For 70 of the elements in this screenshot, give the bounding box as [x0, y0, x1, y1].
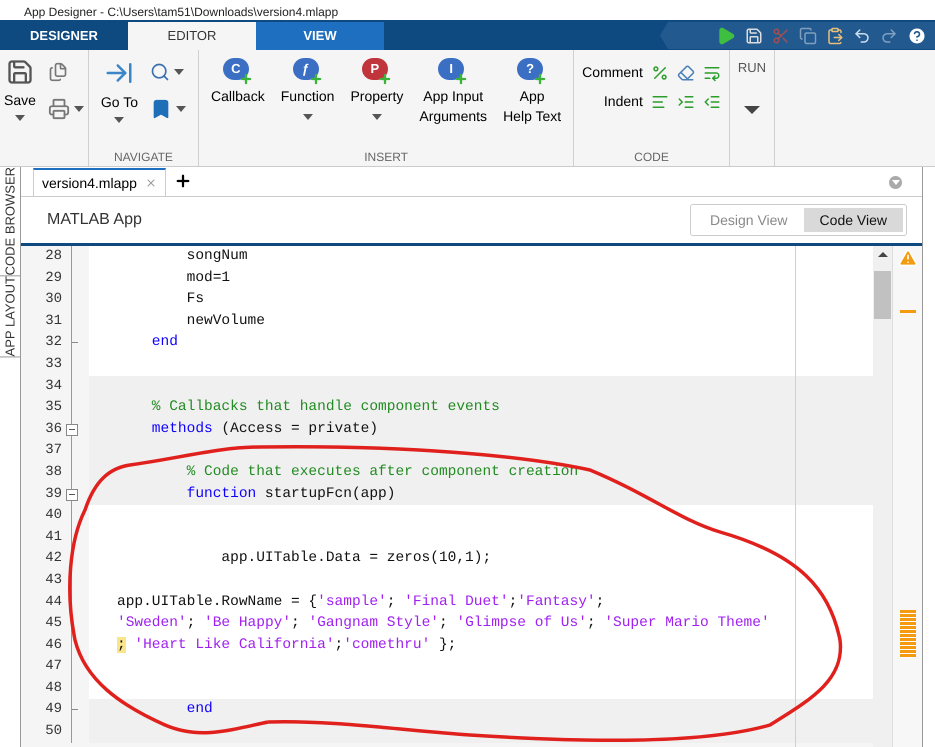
- line-number: 28: [44, 247, 63, 266]
- add-tab-icon[interactable]: [174, 172, 192, 190]
- compare-icon[interactable]: [48, 62, 68, 82]
- group-label: INSERT: [363, 151, 409, 166]
- line-number: 39: [44, 484, 63, 504]
- line-number: 40: [44, 506, 63, 526]
- group-label: NAVIGATE: [113, 151, 174, 166]
- line-number: 49: [44, 700, 63, 720]
- view-toggle-option[interactable]: Design View: [694, 208, 804, 232]
- insert-button[interactable]: P Property: [350, 50, 404, 126]
- line-number: 37: [44, 441, 63, 460]
- view-toggle-option[interactable]: Code View: [804, 208, 903, 232]
- go-to-button[interactable]: Go To: [100, 50, 138, 123]
- caret-icon: [174, 69, 184, 75]
- line-number: 30: [44, 290, 63, 310]
- collapse-icon[interactable]: [66, 488, 78, 501]
- undo-icon: [853, 26, 871, 44]
- save-icon: [745, 26, 763, 44]
- warning-marker-icon[interactable]: [900, 310, 916, 313]
- code-tool-icon[interactable]: [650, 64, 669, 82]
- print-icon[interactable]: [48, 98, 70, 120]
- window-title: App Designer - C:\Users\tam51\Downloads\version4.mlapp: [24, 4, 338, 20]
- line-number: 29: [44, 268, 63, 288]
- line-number: 34: [44, 376, 63, 396]
- caret-icon: [74, 106, 84, 112]
- document-tab[interactable]: version4.mlapp: [33, 168, 166, 196]
- code-tool-icon[interactable]: [676, 64, 695, 82]
- line-number: 31: [44, 312, 63, 331]
- line-number: 36: [44, 420, 63, 439]
- code-button[interactable]: Comment: [582, 62, 643, 83]
- redo-icon: [880, 26, 898, 44]
- scrollbar[interactable]: [873, 246, 893, 747]
- close-icon: [144, 177, 157, 189]
- line-number: 48: [44, 678, 63, 698]
- ribbon-tab[interactable]: VIEW: [256, 22, 384, 50]
- line-number: 38: [44, 462, 63, 482]
- insert-button[interactable]: I App Input Arguments: [419, 50, 488, 126]
- insert-button[interactable]: ƒ Function: [280, 50, 334, 126]
- help-icon: [907, 26, 927, 46]
- app-title: MATLAB App: [47, 210, 142, 230]
- side-tab[interactable]: CODE BROWSER: [0, 167, 20, 276]
- line-number: 33: [44, 354, 63, 374]
- ribbon-tab[interactable]: EDITOR: [128, 22, 256, 50]
- run-button[interactable]: RUN: [738, 50, 766, 114]
- caret-icon: [176, 106, 186, 112]
- save-icon: [6, 58, 34, 86]
- warning-markers-icon[interactable]: [900, 610, 916, 658]
- collapse-icon[interactable]: [66, 424, 78, 436]
- copy-icon: [799, 26, 817, 44]
- search-icon[interactable]: [150, 62, 170, 82]
- insert-button[interactable]: ? App Help Text: [503, 50, 562, 126]
- save-button[interactable]: Save: [4, 50, 36, 121]
- line-number: 50: [44, 722, 63, 742]
- group-label: CODE: [633, 151, 670, 166]
- dropdown-icon[interactable]: [889, 176, 902, 189]
- warning-icon[interactable]: [898, 248, 918, 268]
- line-number: 41: [44, 528, 63, 547]
- line-number: 32: [44, 333, 63, 352]
- cut-icon: [772, 26, 790, 44]
- line-number: 46: [44, 636, 63, 655]
- line-number: 43: [44, 570, 63, 590]
- line-number: 42: [44, 549, 63, 568]
- code-button[interactable]: Indent: [604, 91, 643, 112]
- line-number: 44: [44, 592, 63, 612]
- line-number: 35: [44, 398, 63, 418]
- line-number: 45: [44, 614, 63, 634]
- paste-icon: [826, 26, 844, 44]
- line-number: 47: [44, 657, 63, 676]
- insert-button[interactable]: C Callback: [211, 50, 265, 126]
- side-tab[interactable]: APP LAYOUT: [0, 276, 20, 358]
